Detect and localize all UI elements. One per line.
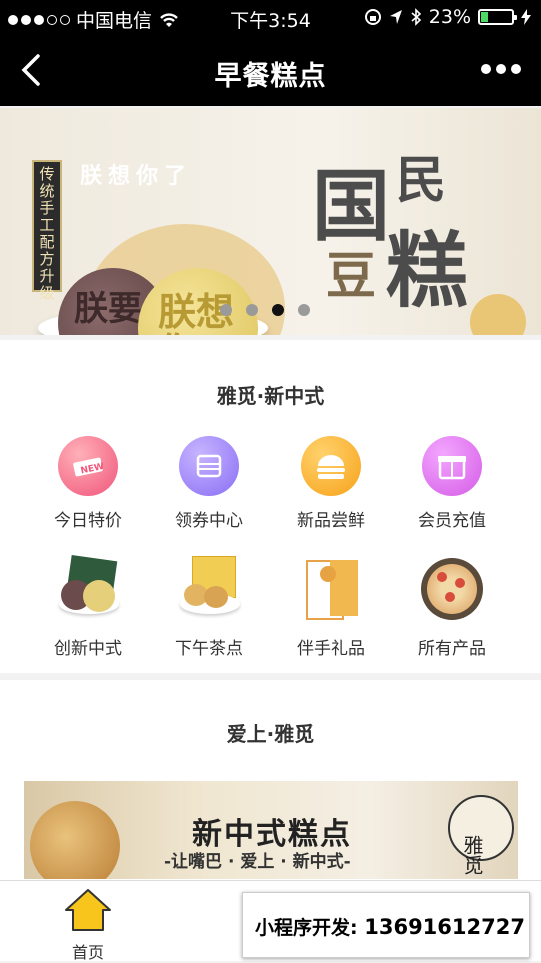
new-tag-icon: NEW [58, 436, 118, 496]
promo-subtitle: -让嘴巴 · 爱上 · 新中式- [164, 852, 351, 872]
bluetooth-icon [411, 8, 421, 26]
sun-decoration [470, 294, 526, 335]
burger-icon [301, 436, 361, 496]
developer-ad[interactable]: 小程序开发: 13691612727 [242, 892, 530, 958]
more-icon[interactable] [481, 64, 521, 74]
pastry-image [30, 801, 120, 879]
carousel-indicator[interactable] [220, 304, 310, 316]
category-coupon-center[interactable]: 领券中心 [149, 436, 269, 531]
gift-card-image [296, 554, 366, 624]
section-title: 雅觅·新中式 [216, 384, 325, 408]
promo-badge-text: 雅觅 [460, 835, 484, 875]
location-icon [389, 10, 402, 24]
ad-phone: 13691612727 [364, 915, 525, 939]
cookie-plate-image [417, 554, 487, 624]
mooncake-box-image [53, 554, 123, 624]
battery-icon [478, 9, 517, 25]
coupon-icon [179, 436, 239, 496]
section-title: 爱上·雅觅 [226, 722, 315, 746]
carousel-dot[interactable] [220, 304, 232, 316]
banner-side-text: 传统手工 配方升级 [32, 160, 62, 302]
home-icon [65, 889, 111, 931]
category-new-products[interactable]: 新品尝鲜 [271, 436, 391, 531]
carousel-dot[interactable] [298, 304, 310, 316]
banner-headline: 朕想你了 [80, 164, 193, 189]
orientation-lock-icon [364, 9, 381, 25]
category-all-products[interactable]: 所有产品 [392, 554, 512, 659]
gift-icon [422, 436, 482, 496]
ad-label: 小程序开发: [255, 917, 358, 939]
page-title: 早餐糕点 [214, 61, 327, 92]
navigation-bar: 早餐糕点 [0, 36, 541, 106]
category-today-special[interactable]: NEW 今日特价 [28, 436, 148, 531]
promo-section: 爱上·雅觅 新中式糕点 -让嘴巴 · 爱上 · 新中式- 雅觅 [0, 680, 541, 890]
carousel-dot[interactable] [246, 304, 258, 316]
banner-carousel[interactable]: 传统手工 配方升级 朕想你了 朕要 朕想你 国 民 豆 糕 [0, 108, 541, 335]
charging-icon [521, 9, 531, 25]
category-afternoon-tea[interactable]: 下午茶点 [149, 554, 269, 659]
promo-banner[interactable]: 新中式糕点 -让嘴巴 · 爱上 · 新中式- 雅觅 [24, 781, 518, 879]
pastry-box-image [174, 554, 244, 624]
carousel-dot-active[interactable] [272, 304, 284, 316]
category-member-recharge[interactable]: 会员充值 [392, 436, 512, 531]
battery-percent: 23% [428, 6, 471, 28]
status-bar: 中国电信 下午3:54 23% [0, 0, 541, 36]
category-innovative-chinese[interactable]: 创新中式 [28, 554, 148, 659]
category-section: 雅觅·新中式 NEW 今日特价 领券中心 新品尝鲜 会员充值 创新中式 下午茶点… [0, 340, 541, 673]
tab-home[interactable]: 首页 [28, 887, 148, 963]
category-gift-items[interactable]: 伴手礼品 [271, 554, 391, 659]
